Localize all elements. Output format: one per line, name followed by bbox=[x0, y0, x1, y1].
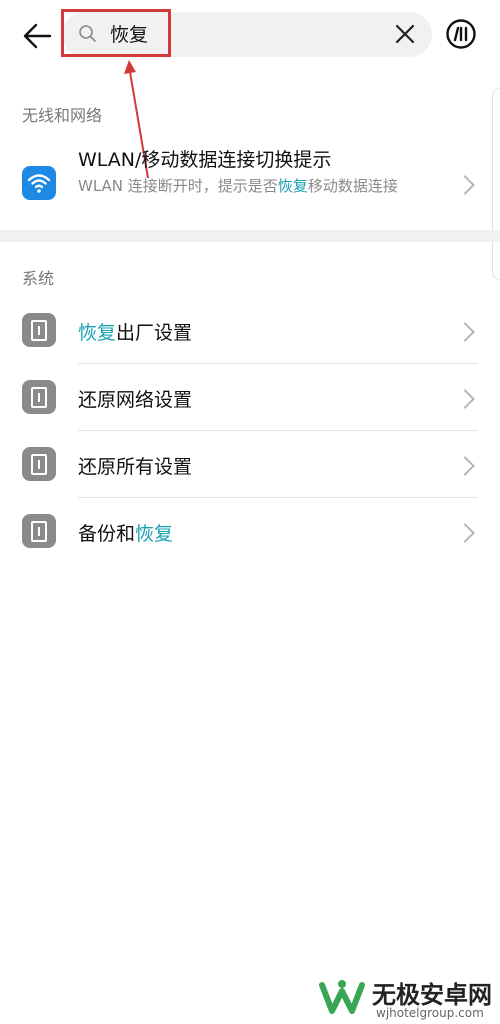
result-factory-reset[interactable]: 恢复出厂设置 bbox=[0, 298, 500, 364]
result-wlan-switch-prompt[interactable]: WLAN/移动数据连接切换提示 WLAN 连接断开时，提示是否恢复移动数据连接 bbox=[0, 140, 500, 230]
section-header-system: 系统 bbox=[22, 269, 55, 288]
row-divider bbox=[78, 497, 478, 498]
result-label: 还原网络设置 bbox=[78, 389, 193, 411]
watermark-title: 无极安卓网 bbox=[372, 981, 492, 1009]
section-header-wireless: 无线和网络 bbox=[22, 106, 103, 125]
result-title: WLAN/移动数据连接切换提示 bbox=[78, 149, 332, 171]
annotation-highlight-box bbox=[61, 9, 171, 57]
watermark-url: wjhotelgroup.com bbox=[376, 1006, 484, 1020]
phone-info-icon bbox=[22, 313, 56, 347]
result-description: WLAN 连接断开时，提示是否恢复移动数据连接 bbox=[78, 177, 398, 195]
voice-search-button[interactable] bbox=[445, 18, 477, 50]
wifi-icon bbox=[22, 166, 56, 200]
phone-info-icon bbox=[22, 514, 56, 548]
phone-info-icon bbox=[22, 380, 56, 414]
result-reset-network-settings[interactable]: 还原网络设置 bbox=[0, 365, 500, 431]
result-label: 还原所有设置 bbox=[78, 456, 193, 478]
row-divider bbox=[78, 430, 478, 431]
top-bar: 恢复 bbox=[0, 0, 500, 72]
back-arrow-icon bbox=[23, 23, 52, 49]
phone-info-icon bbox=[22, 447, 56, 481]
result-label: 备份和恢复 bbox=[78, 523, 174, 545]
chevron-right-icon bbox=[455, 175, 475, 195]
voice-assistant-icon bbox=[446, 19, 476, 49]
result-label: 恢复出厂设置 bbox=[78, 322, 193, 344]
result-backup-restore[interactable]: 备份和恢复 bbox=[0, 499, 500, 565]
result-reset-all-settings[interactable]: 还原所有设置 bbox=[0, 432, 500, 498]
chevron-right-icon bbox=[455, 322, 475, 342]
chevron-right-icon bbox=[455, 456, 475, 476]
section-divider bbox=[0, 230, 500, 242]
watermark: 无极安卓网 wjhotelgroup.com bbox=[318, 975, 500, 1024]
chevron-right-icon bbox=[455, 523, 475, 543]
clear-search-icon[interactable] bbox=[394, 23, 416, 45]
back-button[interactable] bbox=[20, 18, 56, 54]
row-divider bbox=[78, 363, 478, 364]
chevron-right-icon bbox=[455, 389, 475, 409]
watermark-logo-icon bbox=[319, 980, 365, 1014]
